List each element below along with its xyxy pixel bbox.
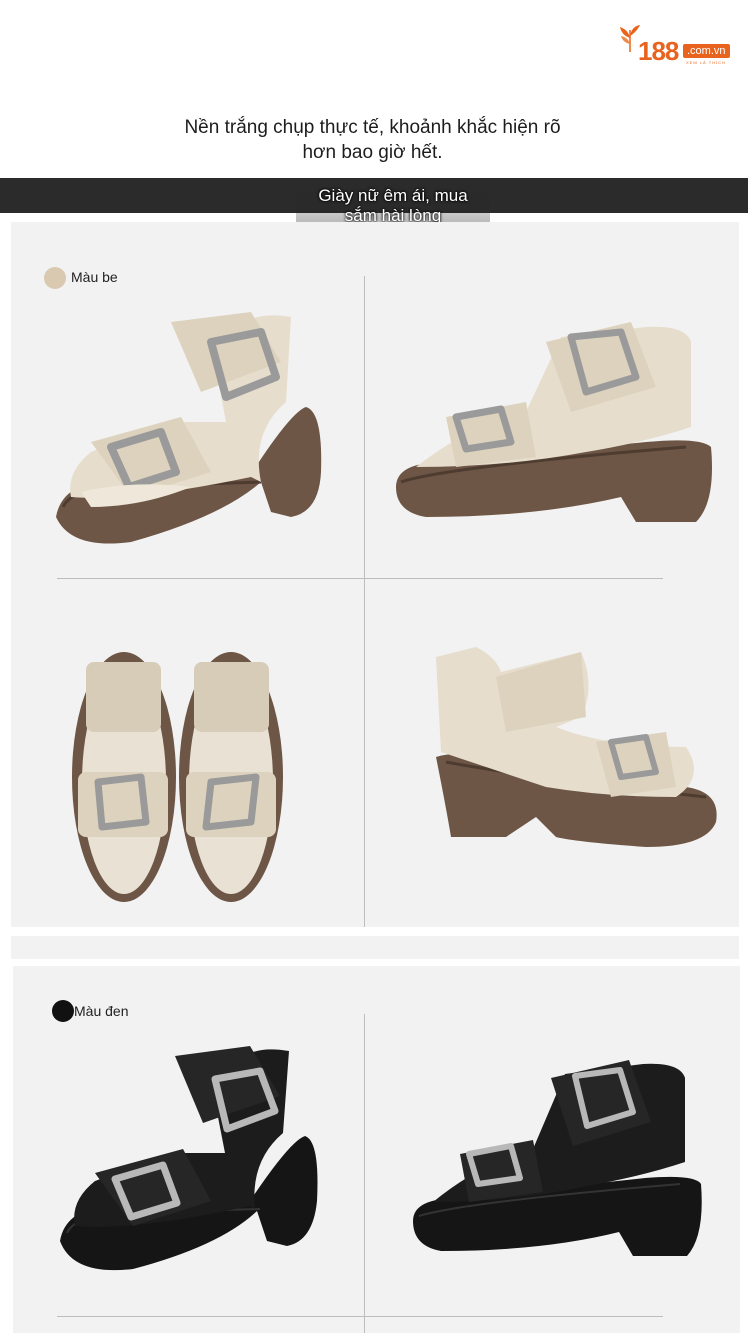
banner-line-1: Giày nữ êm ái, mua: [318, 186, 468, 205]
brand-logo[interactable]: 188 .com.vn XEM LÀ THÍCH: [618, 22, 736, 70]
beige-swatch[interactable]: [44, 267, 66, 289]
beige-sandal-top-view-image: [72, 652, 283, 902]
grid-divider-horizontal: [57, 1316, 663, 1317]
beige-variant-panel: Màu be: [11, 222, 739, 927]
logo-tagline: XEM LÀ THÍCH: [686, 60, 726, 65]
headline-line-1: Nền trắng chụp thực tế, khoảnh khắc hiện…: [184, 117, 561, 138]
section-separator: [11, 936, 739, 959]
headline-line-2: hơn bao giờ hết.: [302, 142, 443, 163]
beige-sandal-back-side-image: [436, 647, 717, 847]
logo-number: 188: [638, 36, 679, 66]
grid-divider-horizontal: [57, 578, 663, 579]
beige-sandal-side-right-image: [396, 322, 712, 522]
black-sandal-side-left-image: [60, 1046, 318, 1271]
grid-divider-vertical: [364, 276, 365, 927]
beige-variant-label: Màu be: [71, 269, 118, 285]
black-sandal-side-right-image: [413, 1060, 702, 1256]
banner-text: Giày nữ êm ái, mua sắm hài lòng: [297, 186, 489, 226]
headline: Nền trắng chụp thực tế, khoảnh khắc hiện…: [0, 115, 745, 165]
black-variant-panel: Màu đen: [13, 966, 740, 1333]
black-swatch[interactable]: [52, 1000, 74, 1022]
logo-domain: .com.vn: [683, 44, 730, 58]
black-variant-label: Màu đen: [74, 1003, 129, 1019]
beige-sandal-side-left-image: [56, 312, 322, 544]
grid-divider-vertical: [364, 1014, 365, 1333]
